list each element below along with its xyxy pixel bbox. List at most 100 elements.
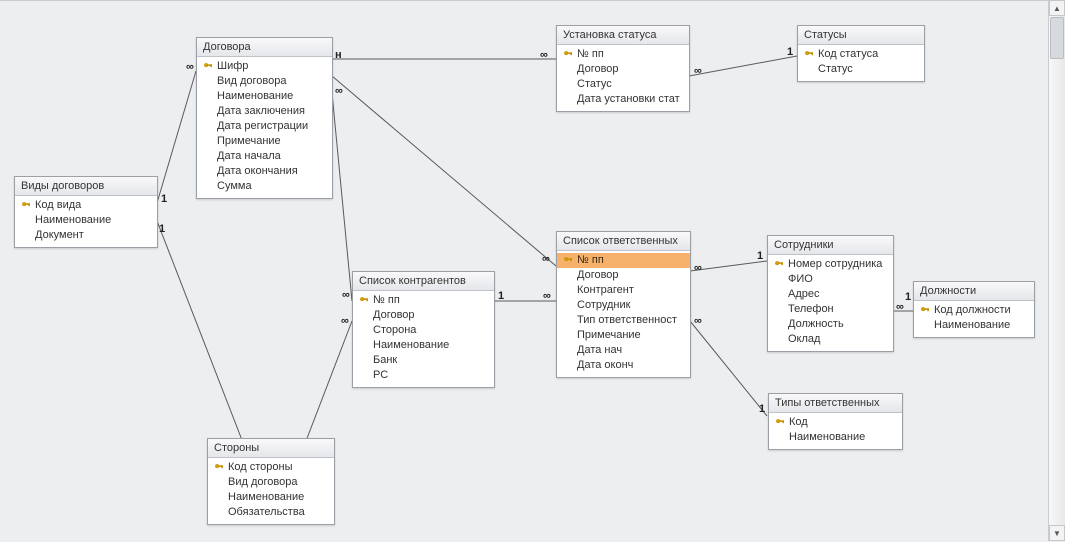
table-field[interactable]: Дата заключения — [197, 104, 332, 119]
key-column — [773, 418, 787, 428]
table-field[interactable]: Сторона — [353, 323, 494, 338]
table-field[interactable]: Наименование — [353, 338, 494, 353]
table-field[interactable]: Код вида — [15, 198, 157, 213]
card-one: 1 — [498, 290, 504, 302]
table-field[interactable]: Номер сотрудника — [768, 257, 893, 272]
card-one: 1 — [905, 291, 911, 303]
scroll-thumb[interactable] — [1050, 17, 1064, 59]
table-field[interactable]: Код — [769, 415, 902, 430]
field-name: Дата оконч — [575, 358, 633, 373]
table-title: Список контрагентов — [353, 272, 494, 291]
table-dolzhnosti[interactable]: Должности Код должностиНаименование — [913, 281, 1035, 338]
table-field[interactable]: № пп — [557, 253, 690, 268]
table-fields: № ппДоговорКонтрагентСотрудникТип ответс… — [557, 251, 690, 377]
table-field[interactable]: Дата окончания — [197, 164, 332, 179]
card-one: 1 — [759, 403, 765, 415]
table-sotrudniki[interactable]: Сотрудники Номер сотрудникаФИОАдресТелеф… — [767, 235, 894, 352]
table-field[interactable]: Договор — [557, 268, 690, 283]
field-name: № пп — [575, 47, 604, 62]
table-field[interactable]: РС — [353, 368, 494, 383]
card-inf: ∞ — [540, 49, 547, 61]
key-column — [19, 201, 33, 211]
table-vidy-dogovorov[interactable]: Виды договоров Код видаНаименованиеДокум… — [14, 176, 158, 248]
primary-key-icon — [214, 463, 224, 473]
primary-key-icon — [563, 256, 573, 266]
table-field[interactable]: Документ — [15, 228, 157, 243]
table-field[interactable]: Сумма — [197, 179, 332, 194]
table-field[interactable]: Шифр — [197, 59, 332, 74]
table-statusy[interactable]: Статусы Код статусаСтатус — [797, 25, 925, 82]
scroll-up-button[interactable]: ▲ — [1049, 0, 1065, 16]
table-field[interactable]: Наименование — [769, 430, 902, 445]
key-column — [561, 256, 575, 266]
field-name: Примечание — [215, 134, 281, 149]
table-title: Статусы — [798, 26, 924, 45]
card-many-n: н — [335, 49, 342, 61]
table-field[interactable]: Обязательства — [208, 505, 334, 520]
card-inf: ∞ — [186, 61, 193, 73]
field-name: Код вида — [33, 198, 81, 213]
table-field[interactable]: Сотрудник — [557, 298, 690, 313]
field-name: Сторона — [371, 323, 416, 338]
table-field[interactable]: Примечание — [557, 328, 690, 343]
field-name: № пп — [371, 293, 400, 308]
table-fields: Код стороныВид договораНаименованиеОбяза… — [208, 458, 334, 524]
table-field[interactable]: Наименование — [914, 318, 1034, 333]
table-storony[interactable]: Стороны Код стороныВид договораНаименова… — [207, 438, 335, 525]
table-field[interactable]: № пп — [557, 47, 689, 62]
table-title: Список ответственных — [557, 232, 690, 251]
table-field[interactable]: Оклад — [768, 332, 893, 347]
table-field[interactable]: Должность — [768, 317, 893, 332]
field-name: Код статуса — [816, 47, 878, 62]
table-ustanovka-statusa[interactable]: Установка статуса № ппДоговорСтатусДата … — [556, 25, 690, 112]
primary-key-icon — [774, 260, 784, 270]
table-field[interactable]: Дата оконч — [557, 358, 690, 373]
table-field[interactable]: Наименование — [208, 490, 334, 505]
table-field[interactable]: Вид договора — [208, 475, 334, 490]
scroll-down-button[interactable]: ▼ — [1049, 525, 1065, 541]
vertical-scrollbar[interactable]: ▲ ▼ — [1048, 0, 1065, 541]
table-spisok-otvetstvennyh[interactable]: Список ответственных № ппДоговорКонтраге… — [556, 231, 691, 378]
table-field[interactable]: Код стороны — [208, 460, 334, 475]
field-name: Наименование — [371, 338, 449, 353]
key-column — [212, 463, 226, 473]
primary-key-icon — [804, 50, 814, 60]
card-inf: ∞ — [694, 65, 701, 77]
table-dogovora[interactable]: Договора ШифрВид договораНаименованиеДат… — [196, 37, 333, 199]
table-field[interactable]: Статус — [557, 77, 689, 92]
table-field[interactable]: № пп — [353, 293, 494, 308]
table-field[interactable]: Дата нач — [557, 343, 690, 358]
table-field[interactable]: Адрес — [768, 287, 893, 302]
table-field[interactable]: Телефон — [768, 302, 893, 317]
primary-key-icon — [920, 306, 930, 316]
table-field[interactable]: Дата начала — [197, 149, 332, 164]
card-one: 1 — [159, 223, 165, 235]
table-field[interactable]: Статус — [798, 62, 924, 77]
table-field[interactable]: Банк — [353, 353, 494, 368]
table-field[interactable]: Договор — [353, 308, 494, 323]
table-field[interactable]: Наименование — [197, 89, 332, 104]
table-field[interactable]: Код статуса — [798, 47, 924, 62]
field-name: Код — [787, 415, 808, 430]
table-field[interactable]: Наименование — [15, 213, 157, 228]
field-name: Шифр — [215, 59, 248, 74]
relationships-canvas[interactable]: 1 ∞ 1 ∞ н ∞ ∞ ∞ ∞ ∞ 1 1 ∞ 1 ∞ ∞ 1 ∞ 1 ∞ … — [0, 0, 1049, 541]
table-field[interactable]: Вид договора — [197, 74, 332, 89]
table-title: Типы ответственных — [769, 394, 902, 413]
field-name: Наименование — [215, 89, 293, 104]
table-field[interactable]: Тип ответственност — [557, 313, 690, 328]
table-field[interactable]: Примечание — [197, 134, 332, 149]
table-field[interactable]: ФИО — [768, 272, 893, 287]
table-title: Сотрудники — [768, 236, 893, 255]
table-title: Должности — [914, 282, 1034, 301]
field-name: Обязательства — [226, 505, 305, 520]
table-field[interactable]: Дата регистрации — [197, 119, 332, 134]
key-column — [201, 62, 215, 72]
table-field[interactable]: Код должности — [914, 303, 1034, 318]
table-spisok-kontragentov[interactable]: Список контрагентов № ппДоговорСторонаНа… — [352, 271, 495, 388]
table-field[interactable]: Договор — [557, 62, 689, 77]
table-tipy-otvetstvennyh[interactable]: Типы ответственных КодНаименование — [768, 393, 903, 450]
table-field[interactable]: Дата установки стат — [557, 92, 689, 107]
field-name: Дата начала — [215, 149, 281, 164]
table-field[interactable]: Контрагент — [557, 283, 690, 298]
